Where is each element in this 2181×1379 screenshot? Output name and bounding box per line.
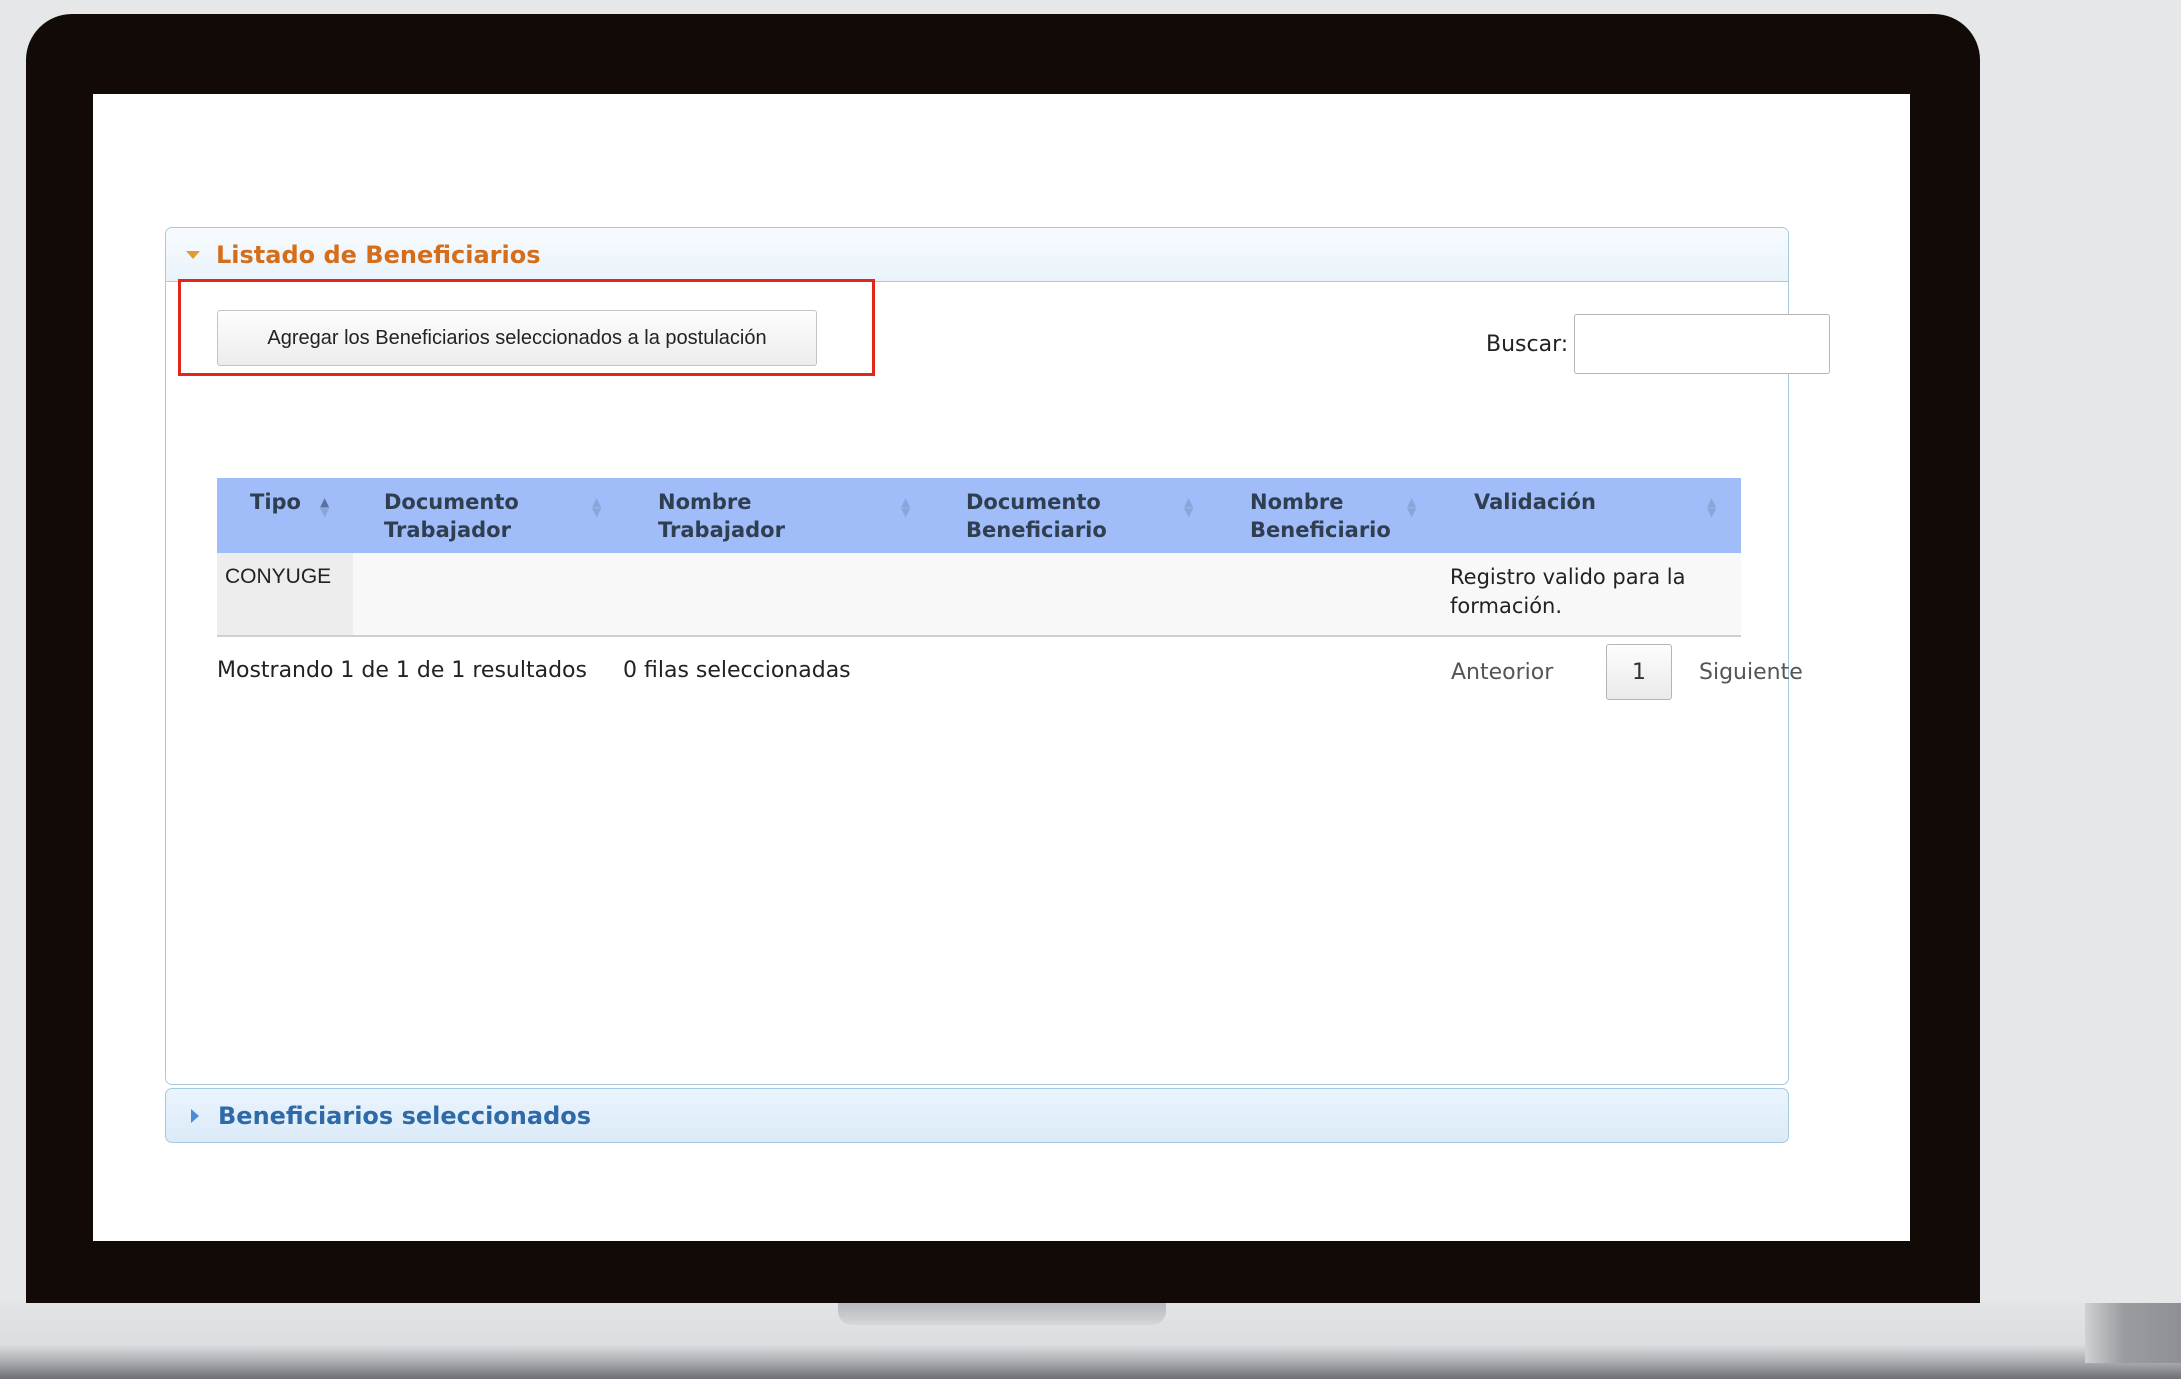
sort-both-icon[interactable]: ▲ ▼ [1707,496,1716,518]
column-header-nombre-beneficiario[interactable]: Nombre Beneficiario [1250,488,1391,544]
cell-tipo: CONYUGE [225,565,332,588]
previous-page-link[interactable]: Anteorior [1451,660,1553,685]
sort-both-icon[interactable]: ▲ ▼ [1407,496,1416,518]
column-header-documento-beneficiario[interactable]: Documento Beneficiario [966,488,1107,544]
column-header-nombre-trabajador[interactable]: Nombre Trabajador [658,488,785,544]
caret-down-icon [186,250,200,259]
selected-rows-info: 0 filas seleccionadas [623,658,851,683]
laptop-base-edge [2085,1303,2181,1363]
search-input[interactable] [1574,314,1830,374]
sort-both-icon[interactable]: ▲ ▼ [1184,496,1193,518]
page-button[interactable]: 1 [1606,644,1672,700]
laptop-screen: Listado de Beneficiarios Agregar los Ben… [93,94,1910,1241]
panel-header[interactable]: Listado de Beneficiarios [166,228,1788,282]
column-header-documento-trabajador[interactable]: Documento Trabajador [384,488,519,544]
beneficiarios-panel: Listado de Beneficiarios Agregar los Ben… [165,227,1830,1085]
beneficiarios-seleccionados-panel[interactable]: Beneficiarios seleccionados [165,1088,1789,1143]
column-header-tipo[interactable]: Tipo [250,488,301,516]
caret-right-icon [191,1108,199,1123]
table-row[interactable]: CONYUGE Registro valido para la formació… [217,553,1741,637]
results-info: Mostrando 1 de 1 de 1 resultados [217,658,587,683]
laptop-hinge [838,1303,1166,1325]
search-label: Buscar: [1486,332,1569,357]
panel2-title: Beneficiarios seleccionados [218,1101,592,1130]
next-page-link[interactable]: Siguiente [1699,660,1803,685]
sort-both-icon[interactable]: ▲ ▼ [592,496,601,518]
sort-asc-icon[interactable]: ▲ ▼ [320,496,329,518]
cell-validacion: Registro valido para la formación. [1450,565,1686,618]
column-header-validacion[interactable]: Validación [1474,488,1596,516]
panel-title: Listado de Beneficiarios [216,240,541,269]
sort-both-icon[interactable]: ▲ ▼ [901,496,910,518]
highlight-box [178,279,875,376]
table-header: Tipo ▲ ▼ Documento Trabajador ▲ ▼ Nombre Tra… [217,478,1741,554]
